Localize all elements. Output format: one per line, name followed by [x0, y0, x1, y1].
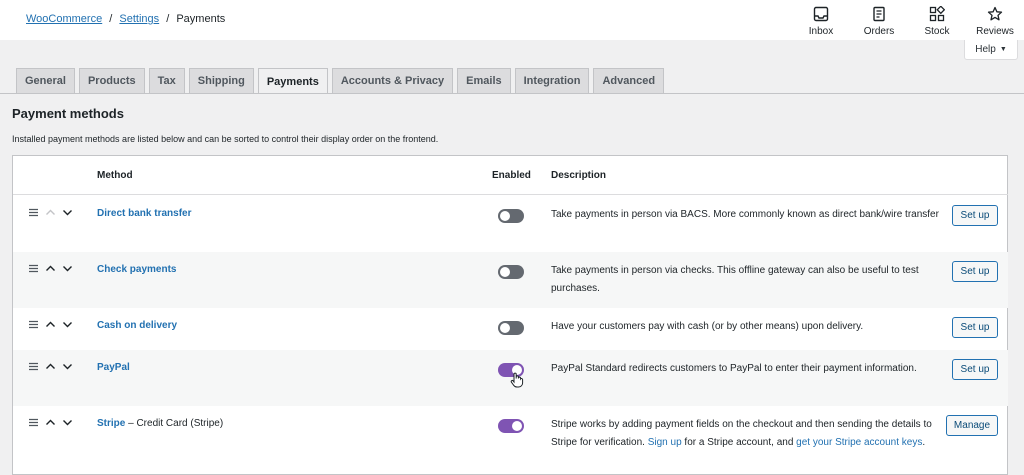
- breadcrumb: WooCommerce / Settings / Payments: [26, 13, 225, 25]
- method-description: Stripe works by adding payment fields on…: [551, 416, 941, 452]
- description-text: PayPal Standard redirects customers to P…: [551, 363, 917, 374]
- orders-button[interactable]: Orders: [850, 4, 908, 37]
- move-up-icon[interactable]: [44, 360, 57, 373]
- sort-controls: [27, 416, 74, 429]
- method-name: Stripe – Credit Card (Stripe): [97, 418, 223, 429]
- tab-accounts-privacy[interactable]: Accounts & Privacy: [331, 68, 454, 93]
- reviews-label: Reviews: [976, 26, 1014, 37]
- drag-handle-icon[interactable]: [27, 416, 40, 429]
- table-row-direct-bank-transfer: Direct bank transfer Take payments in pe…: [13, 196, 1008, 252]
- header-divider: [13, 194, 1008, 195]
- tabs-divider: [0, 93, 1024, 94]
- section-title: Payment methods: [12, 106, 124, 121]
- move-down-icon[interactable]: [61, 206, 74, 219]
- sign-up-link[interactable]: Sign up: [648, 437, 682, 448]
- description-text: Take payments in person via BACS. More c…: [551, 209, 939, 220]
- inbox-label: Inbox: [808, 26, 834, 37]
- tab-general[interactable]: General: [16, 68, 75, 93]
- drag-handle-icon[interactable]: [27, 206, 40, 219]
- breadcrumb-woocommerce-link[interactable]: WooCommerce: [26, 13, 102, 25]
- table-row-paypal: PayPal PayPal Standard redirects custome…: [13, 350, 1008, 406]
- tab-shipping[interactable]: Shipping: [188, 68, 254, 93]
- sort-controls: [27, 262, 74, 275]
- star-icon: [987, 6, 1003, 21]
- stock-label: Stock: [924, 26, 950, 37]
- move-down-icon[interactable]: [61, 416, 74, 429]
- reviews-button[interactable]: Reviews: [966, 4, 1024, 37]
- toggle-knob: [512, 421, 522, 431]
- enabled-toggle[interactable]: [498, 209, 524, 223]
- manage-button[interactable]: Manage: [946, 415, 998, 436]
- help-label: Help: [975, 44, 996, 55]
- breadcrumb-current: Payments: [176, 13, 226, 25]
- breadcrumb-separator: /: [166, 13, 170, 25]
- orders-label: Orders: [863, 26, 895, 37]
- set-up-button[interactable]: Set up: [952, 317, 998, 338]
- table-row-check-payments: Check payments Take payments in person v…: [13, 252, 1008, 308]
- tab-payments[interactable]: Payments: [257, 68, 328, 94]
- description-text: Take payments in person via checks. This…: [551, 265, 919, 294]
- settings-tabs: General Products Tax Shipping Payments A…: [16, 68, 665, 94]
- breadcrumb-separator: /: [109, 13, 113, 25]
- method-name-link[interactable]: Direct bank transfer: [97, 208, 191, 219]
- drag-handle-icon[interactable]: [27, 360, 40, 373]
- move-down-icon[interactable]: [61, 262, 74, 275]
- move-up-icon[interactable]: [44, 318, 57, 331]
- set-up-button[interactable]: Set up: [952, 205, 998, 226]
- toggle-knob: [500, 323, 510, 333]
- tab-advanced[interactable]: Advanced: [593, 68, 665, 93]
- method-description: Have your customers pay with cash (or by…: [551, 318, 941, 336]
- set-up-button[interactable]: Set up: [952, 261, 998, 282]
- top-bar: WooCommerce / Settings / Payments Inbox …: [0, 0, 1024, 40]
- method-name-link[interactable]: PayPal: [97, 362, 130, 373]
- stock-icon: [929, 6, 945, 22]
- enabled-toggle[interactable]: [498, 265, 524, 279]
- drag-handle-icon[interactable]: [27, 318, 40, 331]
- get-account-keys-link[interactable]: get your Stripe account keys: [796, 437, 922, 448]
- method-description: Take payments in person via checks. This…: [551, 262, 941, 298]
- caret-down-icon: ▼: [999, 46, 1007, 53]
- tab-integration[interactable]: Integration: [514, 68, 590, 93]
- tab-products[interactable]: Products: [78, 68, 145, 93]
- stock-button[interactable]: Stock: [908, 4, 966, 37]
- enabled-toggle[interactable]: [498, 419, 524, 433]
- description-text-middle: for a Stripe account, and: [681, 437, 797, 448]
- enabled-toggle[interactable]: [498, 321, 524, 335]
- tab-emails[interactable]: Emails: [457, 68, 511, 93]
- toggle-knob: [500, 267, 510, 277]
- description-text: Have your customers pay with cash (or by…: [551, 321, 864, 332]
- section-description: Installed payment methods are listed bel…: [12, 134, 439, 144]
- move-down-icon[interactable]: [61, 360, 74, 373]
- column-header-enabled: Enabled: [492, 170, 531, 181]
- tab-tax[interactable]: Tax: [148, 68, 185, 93]
- set-up-button[interactable]: Set up: [952, 359, 998, 380]
- inbox-button[interactable]: Inbox: [792, 4, 850, 37]
- move-up-icon: [46, 209, 55, 215]
- orders-icon: [873, 6, 885, 22]
- activity-toolbar: Inbox Orders Stock Reviews: [792, 4, 1024, 37]
- method-description: PayPal Standard redirects customers to P…: [551, 360, 941, 378]
- sort-controls: [27, 318, 74, 331]
- method-name-suffix: – Credit Card (Stripe): [125, 418, 224, 429]
- method-name-link[interactable]: Cash on delivery: [97, 320, 177, 331]
- move-up-icon[interactable]: [44, 416, 57, 429]
- sort-controls: [27, 206, 74, 219]
- description-text-end: .: [922, 437, 926, 448]
- column-header-description: Description: [551, 170, 607, 181]
- table-row-stripe: Stripe – Credit Card (Stripe) Stripe wor…: [13, 406, 1008, 475]
- move-up-icon[interactable]: [44, 262, 57, 275]
- column-header-method: Method: [97, 170, 133, 181]
- drag-handle-icon[interactable]: [27, 262, 40, 275]
- toggle-knob: [500, 211, 510, 221]
- hand-cursor-icon: [510, 372, 524, 388]
- method-description: Take payments in person via BACS. More c…: [551, 206, 941, 224]
- method-name-link[interactable]: Stripe: [97, 418, 125, 429]
- inbox-icon: [813, 6, 829, 22]
- breadcrumb-settings-link[interactable]: Settings: [119, 13, 159, 25]
- sort-controls: [27, 360, 74, 373]
- help-dropdown-button[interactable]: Help ▼: [964, 40, 1018, 60]
- move-down-icon[interactable]: [61, 318, 74, 331]
- method-name-link[interactable]: Check payments: [97, 264, 176, 275]
